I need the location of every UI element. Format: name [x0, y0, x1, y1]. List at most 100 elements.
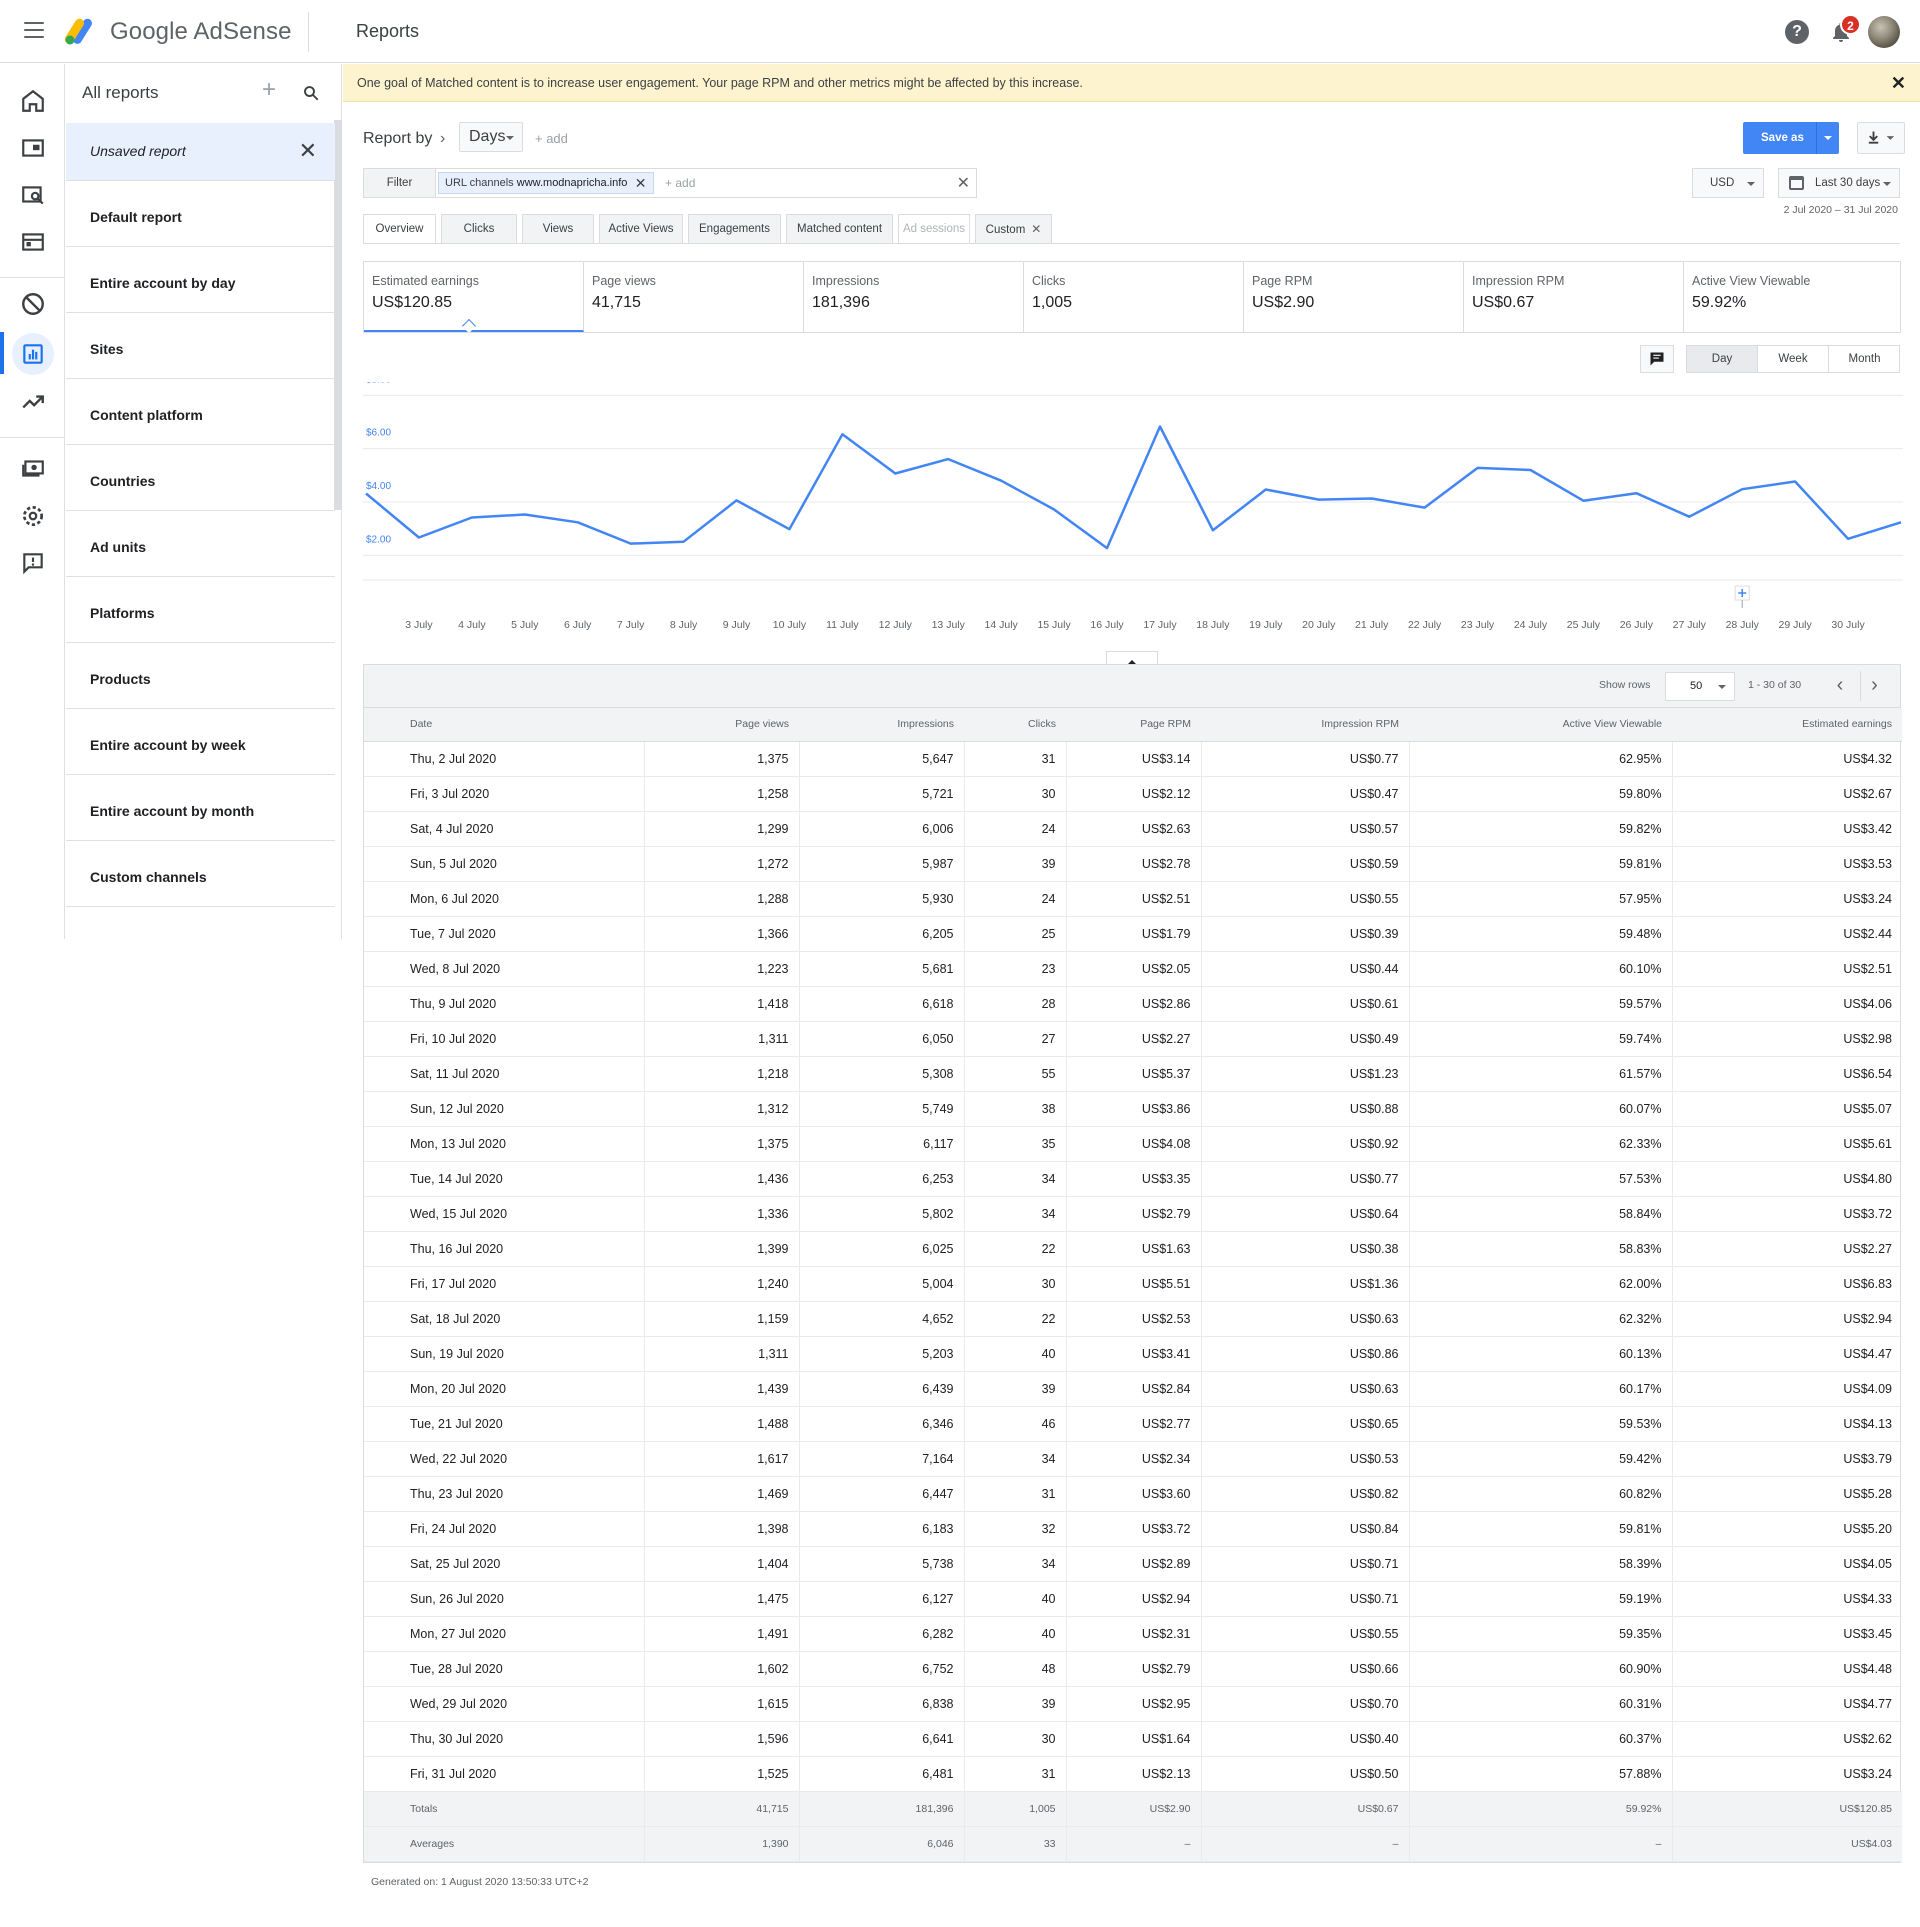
- data-point[interactable]: [1157, 424, 1163, 430]
- data-point[interactable]: [892, 470, 898, 476]
- report-item-custom-channels[interactable]: Custom channels: [66, 849, 335, 907]
- clear-filters-icon[interactable]: ✕: [957, 173, 970, 193]
- data-point[interactable]: [1686, 514, 1692, 520]
- report-item-content-platform[interactable]: Content platform: [66, 387, 335, 445]
- next-page-icon[interactable]: ›: [1860, 671, 1888, 701]
- data-point[interactable]: [681, 539, 687, 545]
- kpi-impression-rpm[interactable]: Impression RPM US$0.67: [1464, 262, 1684, 332]
- data-point[interactable]: [1527, 467, 1533, 473]
- data-point[interactable]: [363, 490, 369, 496]
- report-item-platforms[interactable]: Platforms: [66, 585, 335, 643]
- reports-icon[interactable]: [20, 341, 46, 367]
- data-point[interactable]: [575, 519, 581, 525]
- data-point[interactable]: [1633, 490, 1639, 496]
- kpi-page-views[interactable]: Page views 41,715: [584, 262, 804, 332]
- kpi-impressions[interactable]: Impressions 181,396: [804, 262, 1024, 332]
- dimension-dropdown[interactable]: Days: [459, 122, 523, 152]
- column-header[interactable]: Page views: [644, 708, 799, 742]
- tab-custom[interactable]: Custom ✕: [975, 214, 1052, 243]
- tab-active-views[interactable]: Active Views: [599, 214, 683, 243]
- kpi-active-view-viewable[interactable]: Active View Viewable 59.92%: [1684, 262, 1900, 332]
- data-point[interactable]: [1792, 478, 1798, 484]
- column-header[interactable]: Clicks: [964, 708, 1066, 742]
- add-report-icon[interactable]: +: [262, 78, 276, 102]
- data-point[interactable]: [1316, 497, 1322, 503]
- column-header[interactable]: Estimated earnings: [1672, 708, 1902, 742]
- date-range-picker[interactable]: Last 30 days: [1778, 168, 1900, 198]
- earnings-series-line[interactable]: [365, 425, 1902, 550]
- currency-dropdown[interactable]: USD: [1692, 168, 1764, 198]
- tab-clicks[interactable]: Clicks: [441, 214, 517, 243]
- report-item-countries[interactable]: Countries: [66, 453, 335, 511]
- data-point[interactable]: [945, 456, 951, 462]
- granularity-day-button[interactable]: Day: [1687, 346, 1758, 372]
- kpi-estimated-earnings[interactable]: Estimated earnings US$120.85: [364, 262, 584, 334]
- close-icon[interactable]: ✕: [299, 123, 317, 179]
- data-point[interactable]: [1845, 536, 1851, 542]
- save-as-menu-caret-icon[interactable]: [1824, 136, 1832, 144]
- filter-chip[interactable]: URL channels www.modnapricha.info ✕: [438, 172, 655, 194]
- previous-page-icon[interactable]: ‹: [1826, 671, 1854, 701]
- close-icon[interactable]: ✕: [1891, 64, 1906, 102]
- account-avatar[interactable]: [1868, 16, 1900, 48]
- report-item-sites[interactable]: Sites: [66, 321, 335, 379]
- data-point[interactable]: [1580, 498, 1586, 504]
- payments-icon[interactable]: [20, 455, 46, 481]
- tab-views[interactable]: Views: [522, 214, 594, 243]
- download-icon[interactable]: [1857, 122, 1905, 154]
- tab-matched-content[interactable]: Matched content: [786, 214, 893, 243]
- rows-per-page-dropdown[interactable]: 50: [1665, 672, 1735, 701]
- data-point[interactable]: [1422, 505, 1428, 511]
- block-controls-icon[interactable]: [20, 291, 46, 317]
- brand-name[interactable]: Google AdSense: [110, 18, 292, 46]
- save-as-button[interactable]: Save as: [1743, 122, 1839, 154]
- filter-button[interactable]: Filter: [364, 169, 436, 197]
- search-icon[interactable]: [302, 84, 320, 102]
- remove-filter-icon[interactable]: ✕: [635, 173, 647, 193]
- data-point[interactable]: [1104, 545, 1110, 551]
- home-icon[interactable]: [20, 88, 46, 114]
- column-header[interactable]: Impressions: [799, 708, 964, 742]
- column-header[interactable]: Date: [364, 708, 644, 742]
- report-item-account-by-week[interactable]: Entire account by week: [66, 717, 335, 775]
- menu-icon[interactable]: [24, 22, 44, 38]
- data-point[interactable]: [998, 478, 1004, 484]
- kpi-clicks[interactable]: Clicks 1,005: [1024, 262, 1244, 332]
- report-item-default[interactable]: Default report: [66, 189, 335, 247]
- annotation-icon[interactable]: [1640, 345, 1674, 373]
- column-header[interactable]: Impression RPM: [1201, 708, 1409, 742]
- feedback-icon[interactable]: [20, 550, 46, 576]
- content-icon[interactable]: [20, 229, 46, 255]
- data-point[interactable]: [416, 534, 422, 540]
- data-point[interactable]: [1369, 496, 1375, 502]
- panel-scrollbar[interactable]: [334, 120, 342, 510]
- data-point[interactable]: [1051, 506, 1057, 512]
- add-dimension-link[interactable]: + add: [535, 131, 568, 146]
- data-point[interactable]: [839, 431, 845, 437]
- ads-icon[interactable]: [20, 135, 46, 161]
- data-point[interactable]: [1898, 519, 1903, 525]
- data-point[interactable]: [734, 497, 740, 503]
- collapse-chart-button[interactable]: [1106, 651, 1158, 664]
- data-point[interactable]: [522, 512, 528, 518]
- data-point[interactable]: [1210, 527, 1216, 533]
- column-header[interactable]: Active View Viewable: [1409, 708, 1672, 742]
- data-point[interactable]: [469, 514, 475, 520]
- data-point[interactable]: [1263, 486, 1269, 492]
- granularity-month-button[interactable]: Month: [1829, 346, 1900, 372]
- add-annotation-marker[interactable]: [1734, 585, 1750, 608]
- data-point[interactable]: [1739, 486, 1745, 492]
- close-icon[interactable]: ✕: [1031, 222, 1041, 236]
- optimization-icon[interactable]: [20, 389, 46, 415]
- report-item-account-by-month[interactable]: Entire account by month: [66, 783, 335, 841]
- column-header[interactable]: Page RPM: [1066, 708, 1201, 742]
- add-filter-link[interactable]: + add: [665, 176, 695, 190]
- report-item-unsaved[interactable]: Unsaved report ✕: [66, 123, 335, 181]
- tab-engagements[interactable]: Engagements: [688, 214, 781, 243]
- help-icon[interactable]: ?: [1785, 20, 1809, 44]
- data-point[interactable]: [1475, 465, 1481, 471]
- report-item-ad-units[interactable]: Ad units: [66, 519, 335, 577]
- sites-icon[interactable]: [20, 182, 46, 208]
- data-point[interactable]: [786, 526, 792, 532]
- report-item-products[interactable]: Products: [66, 651, 335, 709]
